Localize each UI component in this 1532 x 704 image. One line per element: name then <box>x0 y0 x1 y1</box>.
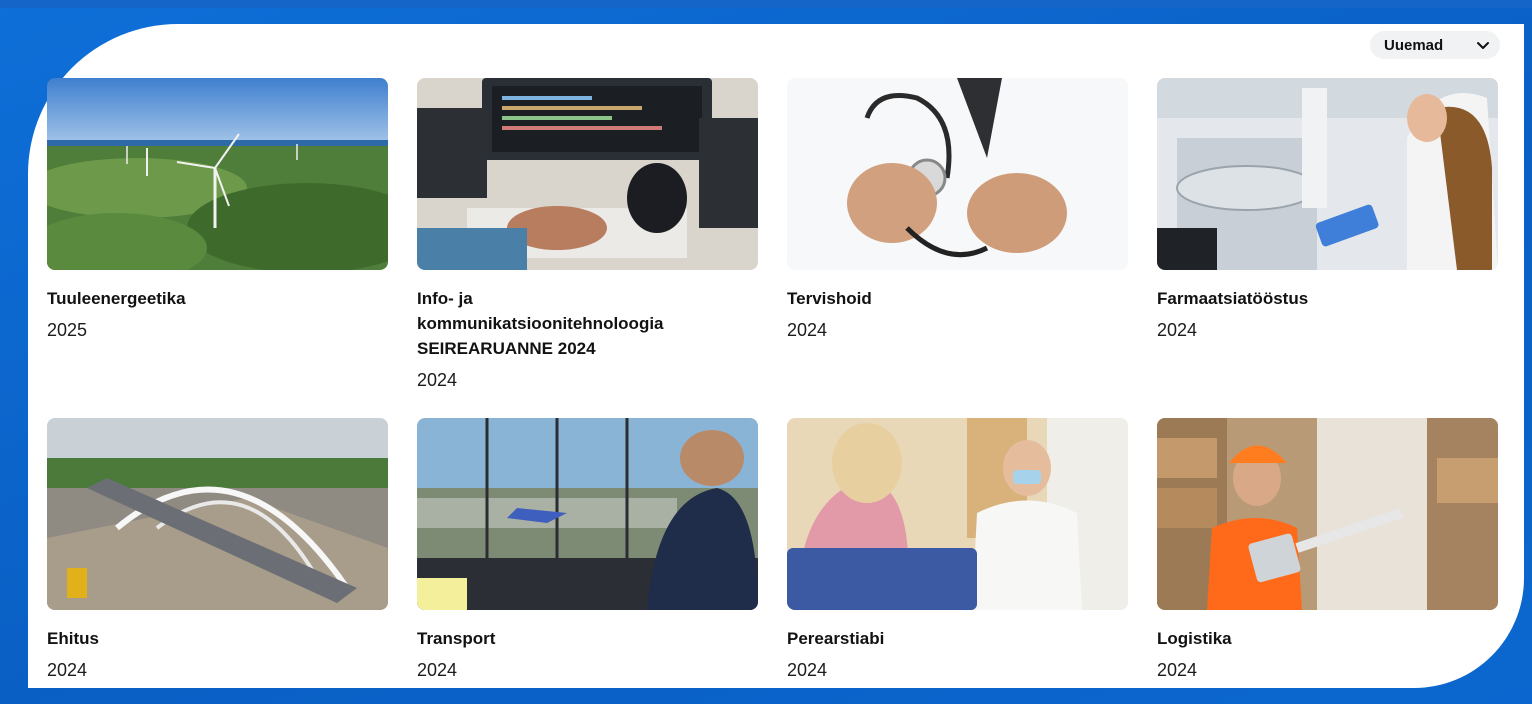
card-year: 2024 <box>787 660 828 680</box>
card-image[interactable] <box>417 78 758 270</box>
card-image[interactable] <box>1157 78 1498 270</box>
card-title[interactable]: Transport <box>417 626 717 651</box>
card-image[interactable] <box>787 78 1128 270</box>
card-title[interactable]: Info- ja kommunikatsioonitehnoloogia SEI… <box>417 286 717 361</box>
card-title[interactable]: Ehitus <box>47 626 347 651</box>
card-title[interactable]: Perearstiabi <box>787 626 1087 651</box>
card-year: 2024 <box>417 370 458 390</box>
doctor-stethoscope-photo <box>787 78 1128 270</box>
card-year: 2024 <box>787 320 828 340</box>
chevron-down-icon[interactable] <box>1475 37 1491 53</box>
card-year: 2024 <box>1157 320 1198 340</box>
card-image[interactable] <box>1157 418 1498 610</box>
bridge-construction-photo <box>47 418 388 610</box>
warehouse-worker-photo <box>1157 418 1498 610</box>
air-traffic-control-photo <box>417 418 758 610</box>
card-title[interactable]: Logistika <box>1157 626 1457 651</box>
card-image[interactable] <box>47 418 388 610</box>
sort-label: Uuemad <box>1384 36 1444 54</box>
card-year: 2024 <box>47 660 88 680</box>
card-image[interactable] <box>417 418 758 610</box>
card-title[interactable]: Farmaatsiatööstus <box>1157 286 1457 311</box>
card-title[interactable]: Tervishoid <box>787 286 1087 311</box>
card-image[interactable] <box>47 78 388 270</box>
programmer-screens-photo <box>417 78 758 270</box>
wind-turbines-photo <box>47 78 388 270</box>
card-title[interactable]: Tuuleenergeetika <box>47 286 347 311</box>
card-year: 2024 <box>417 660 458 680</box>
top-band <box>0 0 1532 8</box>
card-year: 2024 <box>1157 660 1198 680</box>
family-doctor-visit-photo <box>787 418 1128 610</box>
card-image[interactable] <box>787 418 1128 610</box>
laboratory-scientist-photo <box>1157 78 1498 270</box>
card-year: 2025 <box>47 320 88 340</box>
